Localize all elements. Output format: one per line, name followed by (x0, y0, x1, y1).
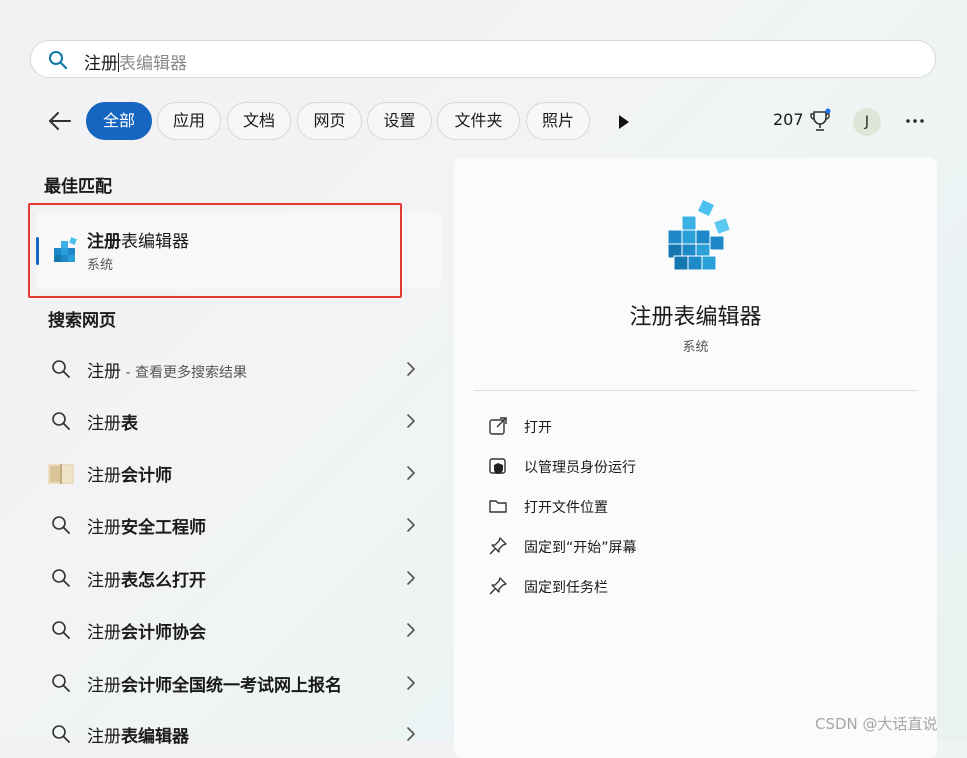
action-label: 打开 (524, 420, 552, 436)
filter-folders[interactable]: 文件夹 (437, 102, 520, 140)
search-icon (51, 724, 71, 748)
search-icon (51, 411, 71, 435)
web-item-bold: 安全工程师 (121, 518, 206, 538)
chevron-right-icon (405, 622, 417, 642)
web-search-item[interactable]: 注册 - 查看更多搜索结果 (36, 345, 431, 393)
arrow-left-icon (49, 112, 71, 130)
web-item-prefix: 注册 (87, 676, 121, 696)
registry-editor-icon (666, 200, 734, 276)
ellipsis-icon (906, 119, 924, 123)
web-search-item[interactable]: 注册会计师 (36, 449, 431, 497)
search-icon (51, 515, 71, 539)
web-item-prefix: 注册 (87, 466, 121, 486)
search-suggestion-text: 表编辑器 (119, 54, 187, 74)
book-thumbnail-icon (47, 462, 75, 490)
search-icon (51, 359, 71, 383)
watermark: CSDN @大话直说 (815, 715, 938, 733)
chevron-right-icon (405, 675, 417, 695)
web-item-bold: 表 (121, 414, 138, 434)
web-search-heading: 搜索网页 (48, 311, 116, 331)
action-pin-to-taskbar[interactable]: 固定到任务栏 (484, 570, 904, 602)
filter-settings[interactable]: 设置 (367, 102, 432, 140)
web-item-prefix: 注册 (87, 623, 121, 643)
chevron-right-icon (405, 465, 417, 485)
web-item-prefix: 注册 (87, 414, 121, 434)
action-label: 固定到“开始”屏幕 (524, 540, 637, 556)
filter-all[interactable]: 全部 (86, 102, 152, 140)
divider (474, 390, 917, 391)
web-search-item[interactable]: 注册会计师全国统一考试网上报名 (36, 659, 431, 707)
action-label: 打开文件位置 (524, 500, 608, 516)
filter-web[interactable]: 网页 (297, 102, 362, 140)
search-icon (48, 50, 68, 74)
annotation-highlight-box (28, 203, 402, 298)
web-item-bold: 会计师 (121, 466, 172, 486)
shield-icon (488, 456, 508, 480)
web-search-item[interactable]: 注册表 (36, 397, 431, 445)
search-typed-text: 注册 (84, 54, 118, 74)
chevron-right-icon (405, 361, 417, 381)
chevron-right-icon (405, 413, 417, 433)
filter-documents[interactable]: 文档 (227, 102, 291, 140)
web-item-hint: - 查看更多搜索结果 (121, 365, 247, 381)
web-item-bold: 表怎么打开 (121, 571, 206, 591)
trophy-icon[interactable] (808, 108, 832, 138)
more-filters-button[interactable] (613, 112, 633, 132)
web-item-bold: 表编辑器 (121, 727, 189, 747)
filter-apps[interactable]: 应用 (157, 102, 221, 140)
more-options-button[interactable] (902, 108, 928, 134)
action-run-as-admin[interactable]: 以管理员身份运行 (484, 450, 904, 482)
search-icon (51, 620, 71, 644)
best-match-heading: 最佳匹配 (44, 177, 112, 197)
chevron-right-icon (405, 570, 417, 590)
action-label: 以管理员身份运行 (524, 460, 636, 476)
pin-icon (488, 536, 508, 560)
search-box[interactable]: 注册表编辑器 (30, 40, 936, 78)
chevron-right-icon (405, 517, 417, 537)
pin-icon (488, 576, 508, 600)
detail-title: 注册表编辑器 (629, 305, 762, 330)
avatar[interactable]: J (853, 108, 881, 136)
action-label: 固定到任务栏 (524, 580, 608, 596)
play-icon (619, 115, 629, 129)
web-item-prefix: 注册 (87, 571, 121, 591)
folder-icon (488, 496, 508, 520)
search-icon (51, 568, 71, 592)
web-search-item[interactable]: 注册表编辑器 (36, 710, 431, 758)
web-item-bold: 会计师全国统一考试网上报名 (121, 676, 342, 696)
detail-panel: 注册表编辑器 系统 打开 以管理员身份运行 打开文件位置 固定到“开始”屏幕 固… (454, 158, 937, 758)
web-search-item[interactable]: 注册安全工程师 (36, 501, 431, 549)
chevron-right-icon (405, 726, 417, 746)
filter-photos[interactable]: 照片 (526, 102, 590, 140)
search-input[interactable]: 注册表编辑器 (84, 49, 187, 74)
rewards-points: 207 (773, 110, 804, 129)
search-icon (51, 673, 71, 697)
action-open-file-location[interactable]: 打开文件位置 (484, 490, 904, 522)
web-search-item[interactable]: 注册会计师协会 (36, 606, 431, 654)
web-item-bold: 会计师协会 (121, 623, 206, 643)
web-search-item[interactable]: 注册表怎么打开 (36, 554, 431, 602)
action-pin-to-start[interactable]: 固定到“开始”屏幕 (484, 530, 904, 562)
detail-subtitle: 系统 (682, 340, 709, 355)
open-external-icon (488, 416, 508, 440)
web-item-prefix: 注册 (87, 362, 121, 382)
web-item-prefix: 注册 (87, 518, 121, 538)
action-open[interactable]: 打开 (484, 410, 904, 442)
back-button[interactable] (46, 108, 74, 134)
web-item-prefix: 注册 (87, 727, 121, 747)
